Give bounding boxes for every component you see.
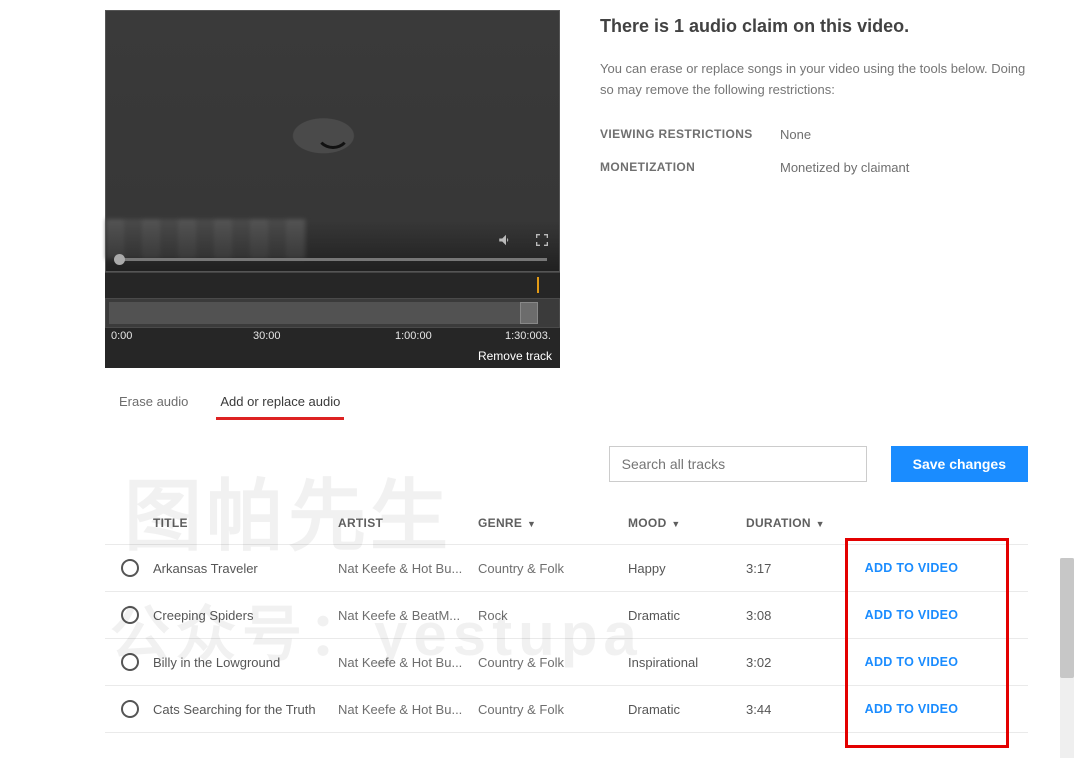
timeline-ruler: 0:00 30:00 1:00:00 1:30:003.: [105, 328, 560, 346]
select-radio[interactable]: [121, 700, 139, 718]
ruler-tick: 30:00: [253, 330, 281, 342]
header-mood-label: MOOD: [628, 516, 667, 530]
header-genre-label: GENRE: [478, 516, 522, 530]
cell-duration: 3:02: [746, 655, 844, 670]
claim-panel: There is 1 audio claim on this video. Yo…: [600, 10, 1028, 368]
claim-label: VIEWING RESTRICTIONS: [600, 127, 780, 142]
ruler-tick: 0:00: [111, 330, 132, 342]
top-row: 0:00 30:00 1:00:00 1:30:003. Remove trac…: [105, 10, 1028, 368]
cell-mood: Dramatic: [628, 608, 746, 623]
loading-spinner-icon: [315, 113, 351, 149]
save-changes-button[interactable]: Save changes: [891, 446, 1028, 482]
cell-artist: Nat Keefe & Hot Bu...: [338, 702, 478, 717]
cell-duration: 3:08: [746, 608, 844, 623]
timeline-marker-icon[interactable]: [537, 277, 539, 293]
caret-down-icon: ▼: [669, 519, 681, 529]
watermark-text: 图帕先生: [124, 454, 452, 566]
cell-genre: Country & Folk: [478, 702, 628, 717]
timeline-marker-strip[interactable]: [105, 272, 560, 298]
header-mood[interactable]: MOOD ▼: [628, 516, 746, 530]
cell-title: Cats Searching for the Truth: [153, 702, 338, 717]
add-to-video-button[interactable]: ADD TO VIDEO: [844, 702, 979, 716]
volume-icon[interactable]: [497, 231, 515, 249]
cell-duration: 3:17: [746, 561, 844, 576]
search-input[interactable]: [609, 446, 867, 482]
header-genre[interactable]: GENRE ▼: [478, 516, 628, 530]
claim-label: MONETIZATION: [600, 160, 780, 175]
claim-value: None: [780, 127, 811, 142]
caret-down-icon: ▼: [813, 519, 825, 529]
player-controls: [106, 221, 559, 271]
header-duration[interactable]: DURATION ▼: [746, 516, 844, 530]
table-bottom-border: [105, 732, 1028, 733]
watermark-text: 公众号：yestupa: [110, 586, 643, 673]
claim-title: There is 1 audio claim on this video.: [600, 16, 1028, 37]
header-duration-label: DURATION: [746, 516, 811, 530]
audio-tabs: Erase audio Add or replace audio: [105, 386, 1028, 420]
player-column: 0:00 30:00 1:00:00 1:30:003. Remove trac…: [105, 10, 560, 368]
remove-track-button[interactable]: Remove track: [105, 346, 560, 368]
add-to-video-button[interactable]: ADD TO VIDEO: [844, 561, 979, 575]
tab-erase-audio[interactable]: Erase audio: [117, 386, 190, 419]
cell-mood: Dramatic: [628, 702, 746, 717]
cell-genre: Country & Folk: [478, 561, 628, 576]
scrollbar-thumb[interactable]: [1060, 558, 1074, 678]
cell-mood: Happy: [628, 561, 746, 576]
cell-mood: Inspirational: [628, 655, 746, 670]
cell-duration: 3:44: [746, 702, 844, 717]
video-player[interactable]: [105, 10, 560, 272]
timeline-track[interactable]: [105, 298, 560, 328]
caret-down-icon: ▼: [524, 519, 536, 529]
progress-bar[interactable]: [118, 258, 547, 261]
claim-description: You can erase or replace songs in your v…: [600, 59, 1028, 101]
claim-row-monetization: MONETIZATION Monetized by claimant: [600, 160, 1028, 175]
add-to-video-button[interactable]: ADD TO VIDEO: [844, 608, 979, 622]
table-row: Cats Searching for the Truth Nat Keefe &…: [105, 685, 1028, 732]
claim-row-viewing: VIEWING RESTRICTIONS None: [600, 127, 1028, 142]
timeline-clip[interactable]: [109, 302, 538, 324]
header-action: [844, 516, 979, 530]
add-to-video-button[interactable]: ADD TO VIDEO: [844, 655, 979, 669]
claim-value: Monetized by claimant: [780, 160, 909, 175]
progress-handle-icon[interactable]: [114, 254, 125, 265]
timeline-clip-handle[interactable]: [520, 302, 538, 324]
tab-add-replace-audio[interactable]: Add or replace audio: [218, 386, 342, 419]
scrollbar[interactable]: [1060, 558, 1074, 758]
fullscreen-icon[interactable]: [533, 231, 551, 249]
ruler-tick: 1:00:00: [395, 330, 432, 342]
ruler-tick: 1:30:003.: [505, 330, 551, 342]
